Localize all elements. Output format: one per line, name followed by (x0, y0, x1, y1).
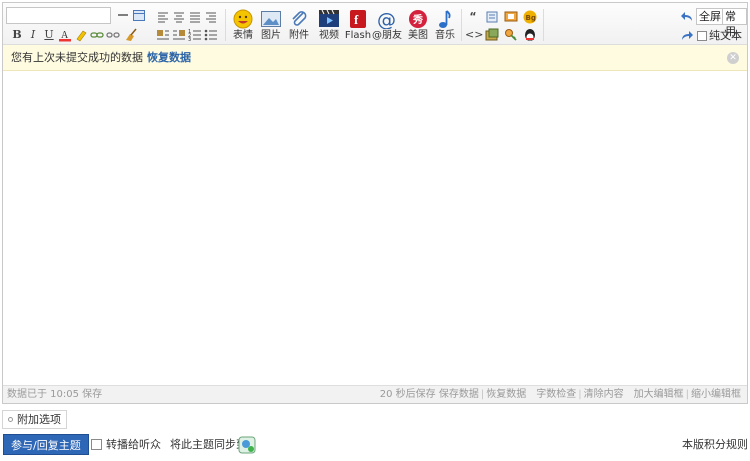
clear-content-link[interactable]: 清除内容 (584, 389, 624, 400)
save-status: 数据已于 10:05 保存 (7, 389, 103, 400)
toolbar-separator (461, 9, 462, 41)
attachment-icon (288, 9, 310, 29)
video-button[interactable]: 视频 (314, 9, 344, 43)
float-right-icon[interactable] (171, 27, 187, 43)
italic-icon[interactable]: I (25, 27, 41, 43)
notice-text: 您有上次未提交成功的数据 (11, 51, 143, 64)
unlink-icon[interactable] (105, 27, 121, 43)
hide-content-icon[interactable] (484, 27, 500, 43)
flash-icon: f (347, 9, 369, 29)
underline-icon[interactable]: U (41, 27, 57, 43)
flash-button[interactable]: f Flash (343, 9, 373, 43)
password-icon[interactable] (503, 27, 519, 43)
bold-icon[interactable]: B (9, 27, 25, 43)
svg-text:@: @ (377, 9, 396, 29)
font-color-icon[interactable]: A (57, 27, 73, 43)
code-icon[interactable]: <> (465, 27, 483, 43)
credit-rules-link[interactable]: 本版积分规则 (682, 434, 748, 455)
attachment-button[interactable]: 附件 (284, 9, 314, 43)
ordered-list-icon[interactable]: 123 (187, 27, 203, 43)
save-data-link[interactable]: 保存数据 (439, 389, 479, 400)
restore-data-status-link[interactable]: 恢复数据 (486, 389, 526, 400)
video-icon (318, 9, 340, 29)
background-icon[interactable]: Bg (522, 9, 538, 25)
plain-text-label: 纯文本 (709, 29, 742, 42)
extra-options-label: 附加选项 (17, 413, 61, 426)
float-left-icon[interactable] (155, 27, 171, 43)
align-justify-icon[interactable] (187, 9, 203, 25)
emoji-button[interactable]: 表情 (228, 9, 258, 43)
svg-text:f: f (354, 12, 359, 27)
close-icon[interactable]: ✕ (727, 52, 739, 64)
undo-icon[interactable] (679, 9, 695, 25)
reply-submit-button[interactable]: 参与/回复主题 (3, 434, 89, 455)
toolbar-separator (225, 9, 226, 41)
svg-text:秀: 秀 (412, 13, 423, 26)
shrink-editor-link[interactable]: 缩小编辑框 (691, 389, 741, 400)
enlarge-editor-link[interactable]: 加大编辑框 (634, 389, 684, 400)
editor-container: B I U A 1 2 3 表情 图片 附件 视频 f Flash @ @朋友 … (2, 2, 748, 404)
word-count-link[interactable]: 字数检查 (536, 389, 576, 400)
image-button[interactable]: 图片 (256, 9, 286, 43)
svg-text:Bg: Bg (526, 14, 536, 22)
extra-options-toggle[interactable]: 附加选项 (2, 410, 67, 429)
restore-notice: 您有上次未提交成功的数据 恢复数据 ✕ (3, 45, 747, 71)
emoji-icon (232, 9, 254, 29)
autosave-countdown: 20 秒后保存 (379, 389, 436, 400)
meitu-icon: 秀 (407, 9, 429, 29)
align-center-icon[interactable] (171, 9, 187, 25)
meitu-button[interactable]: 秀 美图 (403, 9, 433, 43)
align-left-icon[interactable] (155, 9, 171, 25)
restore-data-link[interactable]: 恢复数据 (147, 51, 191, 64)
music-button[interactable]: 音乐 (430, 9, 460, 43)
highlight-icon[interactable] (73, 27, 89, 43)
unordered-list-icon[interactable] (203, 27, 219, 43)
align-right-icon[interactable] (203, 9, 219, 25)
free-block-icon[interactable] (484, 9, 500, 25)
image-icon (260, 9, 282, 29)
editor-textarea[interactable] (3, 71, 747, 385)
slide-icon[interactable] (503, 9, 519, 25)
music-icon (434, 9, 456, 29)
clear-format-icon[interactable] (123, 27, 139, 43)
fullscreen-button[interactable]: 全屏 (696, 8, 724, 25)
svg-text:3: 3 (188, 37, 191, 43)
mention-friend-button[interactable]: @ @朋友 (371, 9, 403, 43)
common-button[interactable]: 常用 (722, 8, 747, 38)
horizontal-rule-icon[interactable] (115, 7, 131, 23)
qq-icon[interactable] (522, 27, 538, 43)
weibo-sync-icon[interactable] (238, 436, 256, 454)
editor-toolbar: B I U A 1 2 3 表情 图片 附件 视频 f Flash @ @朋友 … (3, 3, 747, 45)
expand-dot-icon (8, 416, 13, 422)
footer-bar: 参与/回复主题 转播给听众 将此主题同步到: 本版积分规则 (0, 434, 750, 456)
broadcast-checkbox[interactable] (91, 439, 102, 450)
editor-statusbar: 数据已于 10:05 保存 20 秒后保存 保存数据 | 恢复数据 字数检查 | 清除内容… (3, 385, 747, 403)
link-icon[interactable] (89, 27, 105, 43)
broadcast-label: 转播给听众 (106, 438, 161, 451)
font-select[interactable] (6, 7, 111, 24)
table-icon[interactable] (131, 7, 147, 23)
redo-icon[interactable] (679, 28, 695, 44)
quote-icon[interactable]: “ (465, 9, 481, 25)
plain-text-checkbox[interactable] (697, 31, 707, 41)
toolbar-separator (543, 9, 544, 41)
statusbar-actions: 20 秒后保存 保存数据 | 恢复数据 字数检查 | 清除内容 加大编辑框 | 缩小编辑框 (379, 389, 741, 400)
at-icon: @ (376, 9, 398, 31)
